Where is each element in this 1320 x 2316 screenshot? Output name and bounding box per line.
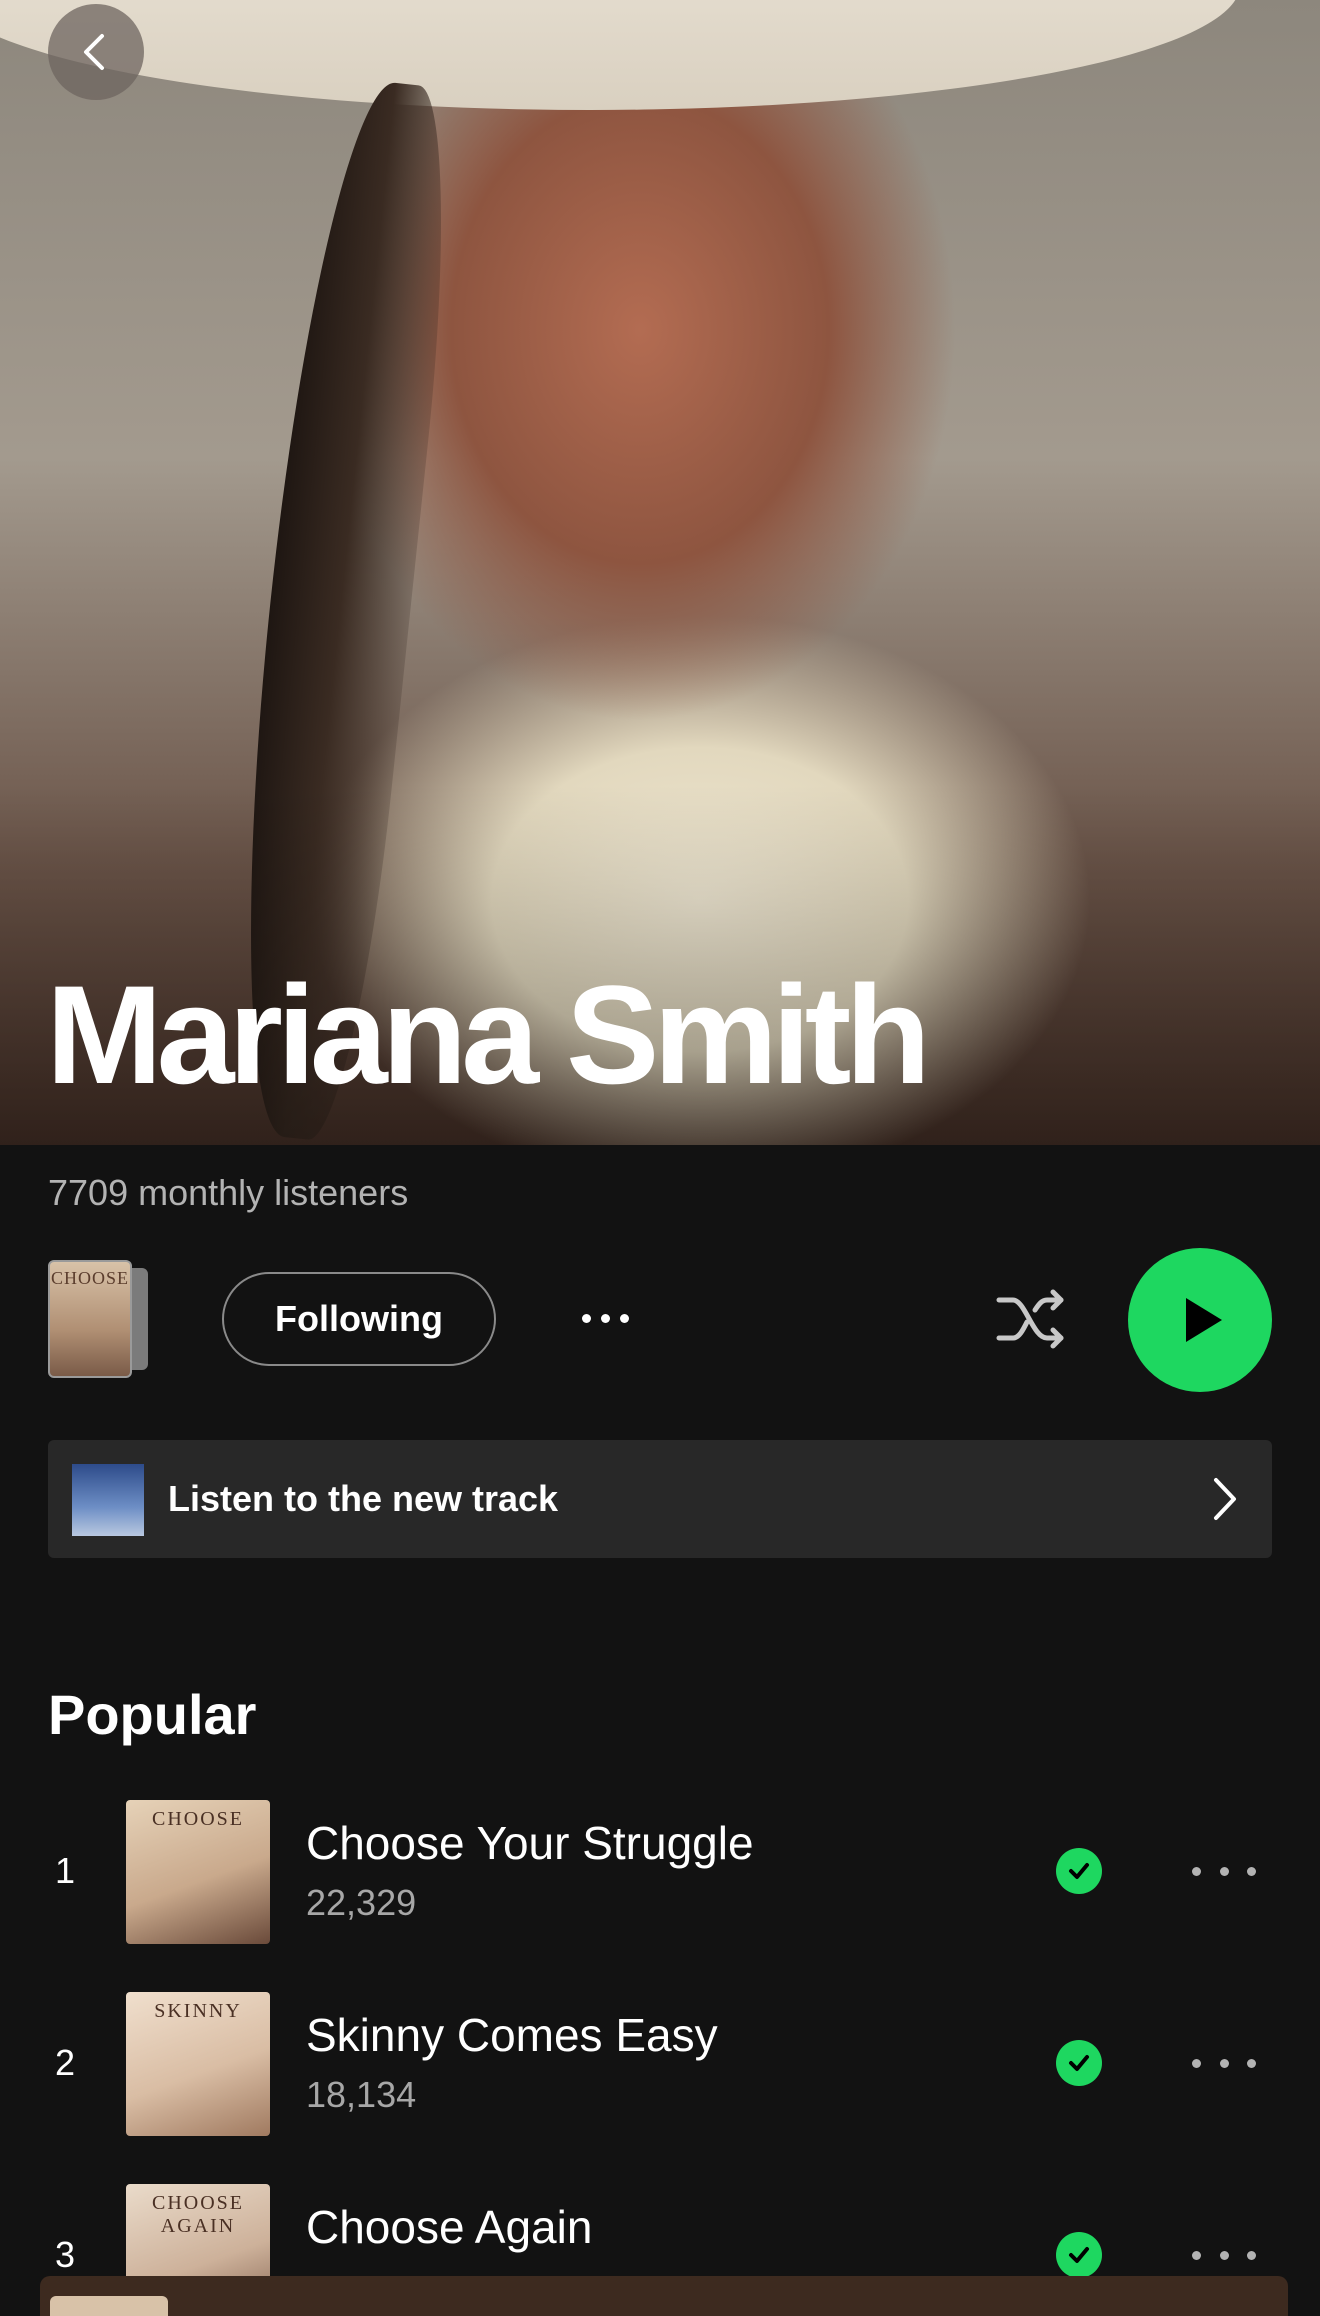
track-title: Choose Your Struggle: [306, 1817, 754, 1869]
more-dot: [1247, 1866, 1256, 1876]
track-more-button[interactable]: [1192, 2240, 1256, 2270]
more-horizontal-icon: [1192, 2058, 1201, 2068]
downloaded-badge: [1056, 2040, 1102, 2086]
new-track-banner[interactable]: Listen to the new track: [48, 1440, 1272, 1558]
back-button[interactable]: [48, 4, 144, 100]
track-row[interactable]: 1 CHOOSE Choose Your Struggle 22,329: [0, 1796, 1320, 1946]
track-more-button[interactable]: [1192, 1856, 1256, 1886]
track-artwork-text: CHOOSE: [151, 1808, 244, 1830]
track-artwork-text: CHOOSE AGAIN: [151, 2192, 244, 2237]
more-dot: [1247, 2058, 1256, 2068]
track-title: Choose Again: [306, 2201, 593, 2253]
track-rank: 2: [54, 2042, 76, 2083]
play-button[interactable]: [1128, 1248, 1272, 1392]
more-dot: [1219, 1866, 1229, 1876]
artist-cover-thumbnail[interactable]: CHOOSE: [48, 1260, 132, 1378]
more-horizontal-icon: [1192, 2250, 1201, 2260]
shuffle-button[interactable]: [992, 1284, 1072, 1354]
track-title: Skinny Comes Easy: [306, 2009, 718, 2061]
check-circle-icon: [1069, 2055, 1089, 2071]
more-dot: [1219, 2058, 1229, 2068]
track-artwork: CHOOSE: [126, 1800, 270, 1944]
check-circle-icon: [1069, 2247, 1089, 2263]
popular-section-title: Popular: [48, 1683, 257, 1746]
chevron-left-icon: [84, 34, 104, 70]
following-button[interactable]: Following: [222, 1272, 496, 1366]
more-dot: [619, 1313, 629, 1323]
chevron-right-icon: [1214, 1478, 1236, 1520]
new-track-label: Listen to the new track: [168, 1478, 559, 1519]
more-dot: [1247, 2250, 1256, 2260]
more-options-button[interactable]: [570, 1290, 640, 1346]
new-track-artwork: [72, 1464, 144, 1536]
more-dot: [1219, 2250, 1229, 2260]
shuffle-icon: [996, 1289, 1064, 1349]
more-dot: [600, 1313, 610, 1323]
more-horizontal-icon: [1192, 1866, 1201, 1876]
mini-player-artwork: [50, 2296, 168, 2316]
downloaded-badge: [1056, 1848, 1102, 1894]
track-plays: 18,134: [306, 2074, 417, 2115]
monthly-listeners: 7709 monthly listeners: [48, 1172, 409, 1213]
mini-player[interactable]: [40, 2276, 1288, 2316]
track-artwork: SKINNY: [126, 1992, 270, 2136]
hero-hat-shape: [0, 0, 1240, 110]
track-artwork-text: SKINNY: [154, 2000, 242, 2022]
cover-thumbnail-text: CHOOSE: [50, 1268, 129, 1288]
check-circle-icon: [1069, 1863, 1089, 1879]
more-horizontal-icon: [581, 1313, 591, 1323]
track-plays: 22,329: [306, 1882, 417, 1923]
downloaded-badge: [1056, 2232, 1102, 2278]
track-more-button[interactable]: [1192, 2048, 1256, 2078]
play-icon: [1186, 1298, 1222, 1342]
track-row[interactable]: 2 SKINNY Skinny Comes Easy 18,134: [0, 1988, 1320, 2138]
track-rank: 1: [54, 1850, 76, 1891]
artist-name: Mariana Smith: [46, 956, 931, 1113]
